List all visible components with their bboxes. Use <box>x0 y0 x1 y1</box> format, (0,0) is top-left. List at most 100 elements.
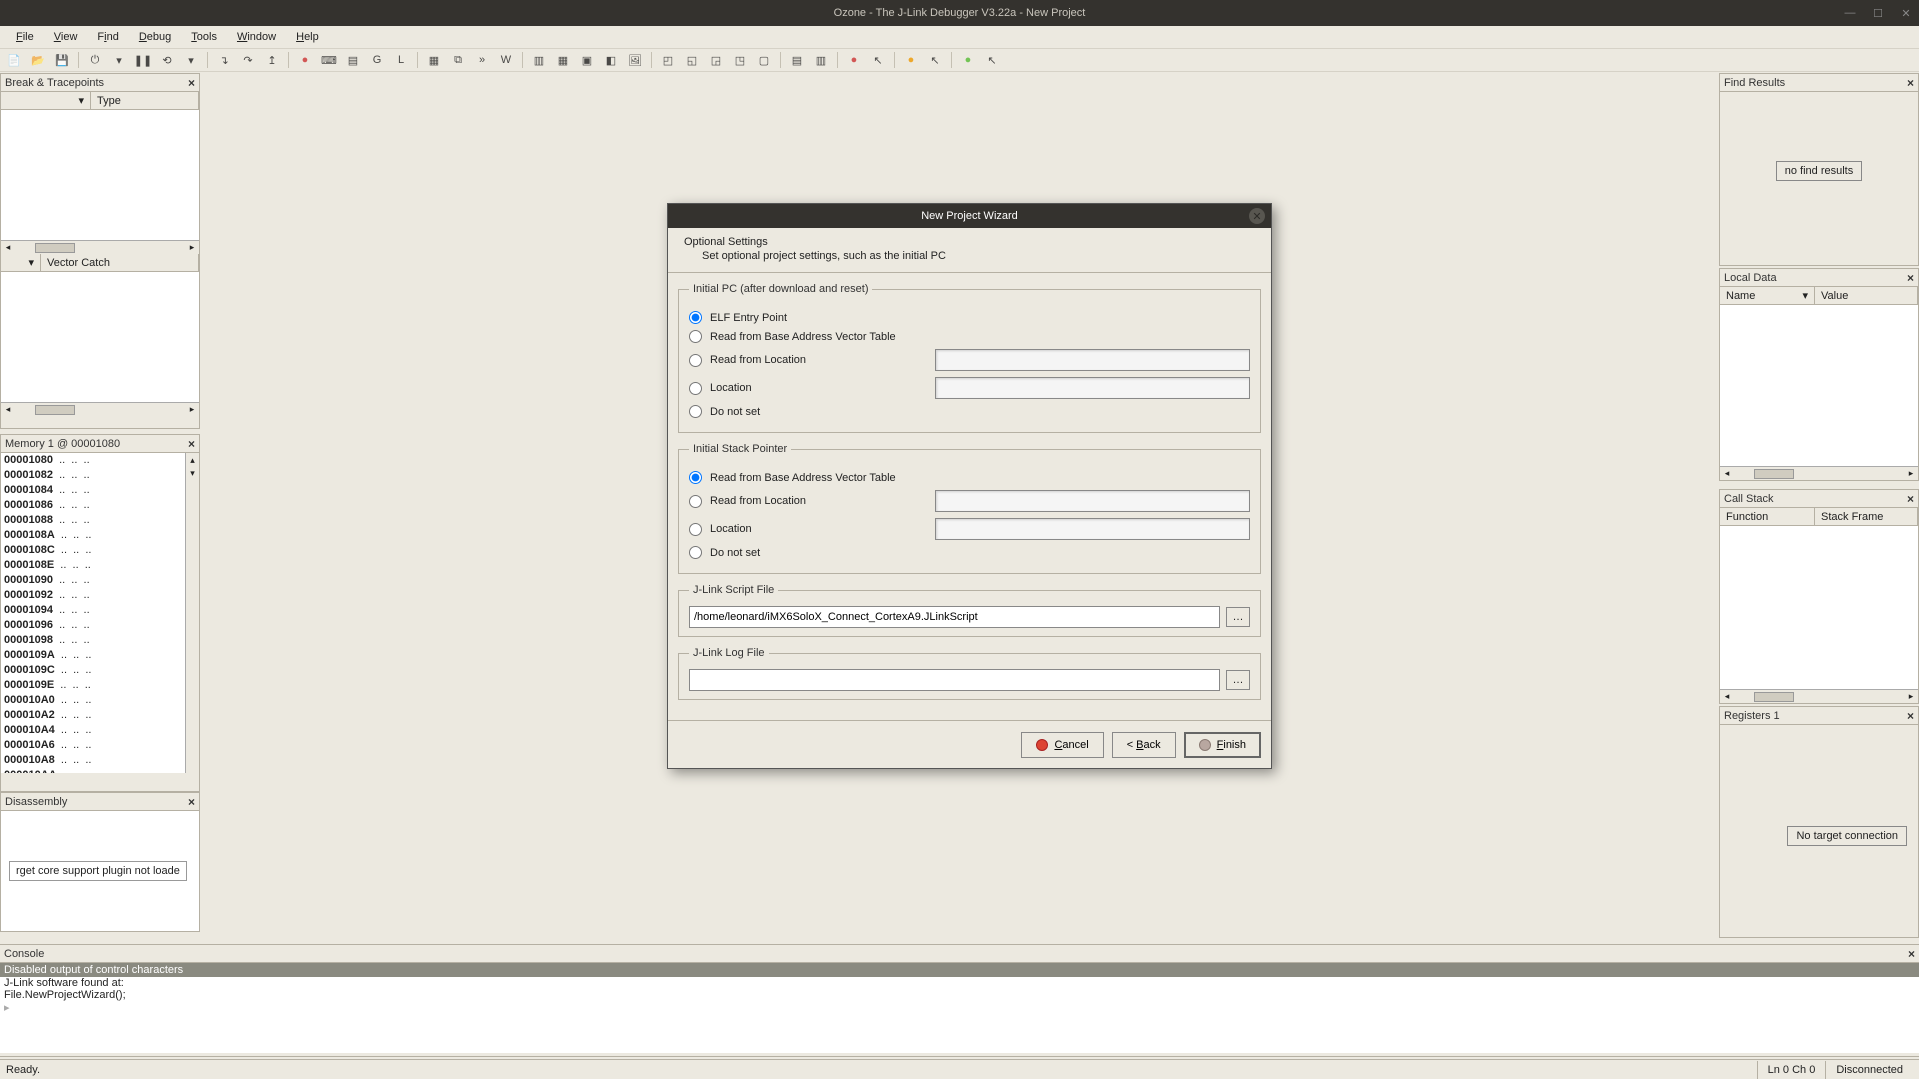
toolbar-step-into-icon[interactable]: ↴ <box>214 51 234 69</box>
toolbar-watch-icon[interactable]: W <box>496 51 516 69</box>
minimize-icon[interactable]: — <box>1843 6 1857 20</box>
radio-do-not-set[interactable] <box>689 405 702 418</box>
toolbar-cursor3-icon[interactable]: ↖ <box>982 51 1002 69</box>
toolbar-record-icon[interactable]: ● <box>295 51 315 69</box>
toolbar-orange-dot-icon[interactable]: ● <box>901 51 921 69</box>
toolbar-i4-icon[interactable]: ◳ <box>730 51 750 69</box>
menu-help[interactable]: Help <box>286 29 329 45</box>
toolbar-chip-icon[interactable]: ▦ <box>424 51 444 69</box>
toolbar-term-icon[interactable]: ▣ <box>577 51 597 69</box>
console-prompt[interactable]: ▸ <box>0 1001 1919 1014</box>
column-name: Name▾ <box>1720 287 1815 304</box>
toolbar-i1-icon[interactable]: ◰ <box>658 51 678 69</box>
column-type[interactable]: Type <box>91 92 199 109</box>
toolbar-step-out-icon[interactable]: ↥ <box>262 51 282 69</box>
panel-title: Console <box>4 948 44 960</box>
toolbar-red-dot-icon[interactable]: ● <box>844 51 864 69</box>
scrollbar-horizontal[interactable]: ◂▸ <box>1720 466 1918 480</box>
column-value[interactable]: Value <box>1815 287 1918 304</box>
toolbar-t1-icon[interactable]: ◧ <box>601 51 621 69</box>
column-stack-frame[interactable]: Stack Frame <box>1815 508 1918 525</box>
jlink-script-input[interactable] <box>689 606 1220 628</box>
toolbar-graph-icon[interactable]: ⧉ <box>448 51 468 69</box>
scrollbar-vertical[interactable]: ▴▾ <box>185 453 199 773</box>
radio-read-location[interactable] <box>689 354 702 367</box>
radio-elf-entry[interactable] <box>689 311 702 324</box>
radio-sp-location[interactable] <box>689 523 702 536</box>
toolbar-reg-icon[interactable]: ▦ <box>553 51 573 69</box>
toolbar-cursor-icon[interactable]: ↖ <box>868 51 888 69</box>
close-icon[interactable]: × <box>1907 76 1914 90</box>
toolbar-local-icon[interactable]: L <box>391 51 411 69</box>
menu-file[interactable]: File <box>6 29 44 45</box>
toolbar-save-icon[interactable]: 💾 <box>52 51 72 69</box>
toolbar-power-icon[interactable]: ⏻ <box>85 51 105 69</box>
console-output[interactable]: Disabled output of control characters J-… <box>0 963 1919 1053</box>
scrollbar-horizontal[interactable]: ◂▸ <box>1720 689 1918 703</box>
toolbar-i3-icon[interactable]: ◲ <box>706 51 726 69</box>
location-input[interactable] <box>935 377 1250 399</box>
memory-view[interactable]: 00001080 .. .. ..00001082 .. .. ..000010… <box>1 453 199 773</box>
menu-window[interactable]: Window <box>227 29 286 45</box>
close-icon[interactable]: × <box>1907 492 1914 506</box>
toolbar: 📄 📂 💾 ⏻ ▾ ❚❚ ⟲ ▾ ↴ ↷ ↥ ● ⌨ ▤ G L ▦ ⧉ » W… <box>0 48 1919 72</box>
statusbar: Ready. Ln 0 Ch 0 Disconnected <box>0 1059 1919 1079</box>
toolbar-cursor2-icon[interactable]: ↖ <box>925 51 945 69</box>
toolbar-data-icon[interactable]: ▤ <box>343 51 363 69</box>
toolbar-i2-icon[interactable]: ◱ <box>682 51 702 69</box>
toolbar-step-over-icon[interactable]: ↷ <box>238 51 258 69</box>
radio-location[interactable] <box>689 382 702 395</box>
close-icon[interactable]: × <box>188 437 195 451</box>
close-icon[interactable]: ✕ <box>1899 6 1913 20</box>
radio-sp-do-not-set[interactable] <box>689 546 702 559</box>
toolbar-reset-icon[interactable]: ⟲ <box>157 51 177 69</box>
radio-base-vector[interactable] <box>689 330 702 343</box>
toolbar-i5-icon[interactable]: ▢ <box>754 51 774 69</box>
close-icon[interactable]: × <box>1907 271 1914 285</box>
finish-button[interactable]: Finish <box>1184 732 1261 758</box>
browse-button[interactable]: … <box>1226 670 1250 690</box>
close-icon[interactable]: × <box>188 795 195 809</box>
chevron-down-icon[interactable]: ▾ <box>1 92 91 109</box>
menu-find[interactable]: Find <box>87 29 128 45</box>
radio-label: ELF Entry Point <box>710 312 935 324</box>
toolbar-separator <box>651 52 652 68</box>
toolbar-grey-icon[interactable]: ▤ <box>787 51 807 69</box>
cancel-button[interactable]: Cancel <box>1021 732 1103 758</box>
toolbar-dropdown-icon[interactable]: ▾ <box>109 51 129 69</box>
radio-sp-read-location[interactable] <box>689 495 702 508</box>
toolbar-new-icon[interactable]: 📄 <box>4 51 24 69</box>
toolbar-dropdown2-icon[interactable]: ▾ <box>181 51 201 69</box>
browse-button[interactable]: … <box>1226 607 1250 627</box>
toolbar-code-icon[interactable]: ⌨ <box>319 51 339 69</box>
radio-sp-base-vector[interactable] <box>689 471 702 484</box>
toolbar-open-icon[interactable]: 📂 <box>28 51 48 69</box>
menu-debug[interactable]: Debug <box>129 29 181 45</box>
chevron-down-icon[interactable]: ▾ <box>1 254 41 271</box>
sp-location-input[interactable] <box>935 518 1250 540</box>
menu-view[interactable]: View <box>44 29 88 45</box>
jlink-log-input[interactable] <box>689 669 1220 691</box>
toolbar-pause-icon[interactable]: ❚❚ <box>133 51 153 69</box>
read-location-input[interactable] <box>935 349 1250 371</box>
dialog-close-icon[interactable]: ✕ <box>1249 208 1265 224</box>
toolbar-global-icon[interactable]: G <box>367 51 387 69</box>
close-icon[interactable]: × <box>1908 947 1915 961</box>
scrollbar-horizontal[interactable]: ◂▸ <box>1 240 199 254</box>
menu-tools[interactable]: Tools <box>181 29 227 45</box>
close-icon[interactable]: × <box>1907 709 1914 723</box>
sp-read-location-input[interactable] <box>935 490 1250 512</box>
radio-label: Location <box>710 523 935 535</box>
memory-row: 00001090 .. .. .. <box>1 573 199 588</box>
toolbar-next-icon[interactable]: » <box>472 51 492 69</box>
column-function[interactable]: Function <box>1720 508 1815 525</box>
back-button[interactable]: < Back <box>1112 732 1176 758</box>
close-icon[interactable]: × <box>188 76 195 90</box>
toolbar-blue-icon[interactable]: ▥ <box>811 51 831 69</box>
call-stack-panel: Call Stack × Function Stack Frame ◂▸ <box>1719 489 1919 704</box>
toolbar-mem-icon[interactable]: ▥ <box>529 51 549 69</box>
maximize-icon[interactable]: ☐ <box>1871 6 1885 20</box>
scrollbar-horizontal[interactable]: ◂▸ <box>1 402 199 416</box>
toolbar-img-icon[interactable]: 🖼 <box>625 51 645 69</box>
toolbar-green-dot-icon[interactable]: ● <box>958 51 978 69</box>
